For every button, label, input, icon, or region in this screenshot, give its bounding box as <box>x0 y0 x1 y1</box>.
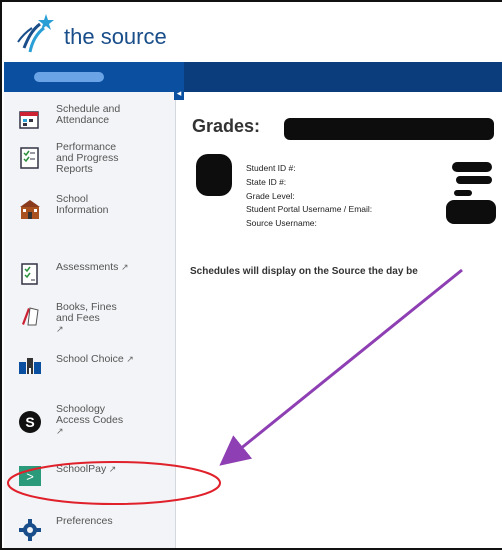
external-link-icon: ↗ <box>123 354 134 364</box>
source-star-logo[interactable] <box>16 12 56 56</box>
redacted-username <box>446 200 496 224</box>
sidebar-item-label: Schoology Access Codes ↗ <box>56 404 123 437</box>
sidebar: Schedule and Attendance Performance and Pro… <box>4 92 176 548</box>
gear-icon <box>18 518 42 542</box>
student-field-label: Source Username: <box>246 218 317 228</box>
sidebar-item-label: Preferences <box>56 516 113 527</box>
sidebar-collapse-toggle[interactable]: ◂ <box>174 86 184 100</box>
sidebar-item-label: Performance and Progress Reports <box>56 142 118 175</box>
sidebar-item-label: School Information <box>56 194 109 216</box>
nav-menu-item[interactable] <box>34 72 104 82</box>
sidebar-item-label: Books, Fines and Fees ↗ <box>56 302 117 335</box>
sidebar-label-line: Reports <box>56 163 93 175</box>
external-link-icon: ↗ <box>56 426 64 436</box>
sidebar-label-line: School Choice ↗ <box>56 353 134 365</box>
sidebar-label-line: and Fees <box>56 312 100 324</box>
sidebar-label-line: SchoolPay ↗ <box>56 463 117 475</box>
sidebar-label-line: Access Codes <box>56 414 124 426</box>
sidebar-item-label: School Choice ↗ <box>56 354 134 365</box>
schedule-message: Schedules will display on the Source the… <box>190 266 418 277</box>
student-field-label: Student ID #: <box>246 163 296 173</box>
top-nav-bar <box>4 62 502 92</box>
calendar-icon <box>18 108 42 132</box>
sidebar-label-line: Information <box>56 204 109 216</box>
redacted-grade-level <box>454 190 472 196</box>
student-field-label: Student Portal Username / Email: <box>246 204 373 214</box>
schoology-icon: S <box>18 410 42 434</box>
school-building-icon <box>18 198 42 222</box>
redacted-state-id <box>456 176 492 184</box>
svg-text:S: S <box>25 414 34 430</box>
external-link-icon: ↗ <box>118 262 129 272</box>
schoolpay-icon: > <box>18 464 42 488</box>
screenshot-frame: the source Schedule and Attendance Perform… <box>0 0 502 550</box>
page-title: Grades: <box>192 116 261 136</box>
avatar <box>196 154 232 196</box>
student-field-label: Grade Level: <box>246 191 295 201</box>
app-logo-text[interactable]: the source <box>64 24 167 50</box>
sidebar-label-line: Preferences <box>56 515 113 527</box>
sidebar-label-line: Assessments ↗ <box>56 261 129 273</box>
redacted-student-name <box>284 118 494 140</box>
school-choice-icon <box>18 354 42 378</box>
checklist-icon <box>18 262 42 286</box>
main-content: Grades: Student ID #: State ID #: Grade Le… <box>184 92 502 548</box>
app-header: the source <box>4 4 502 62</box>
sidebar-item-label: Schedule and Attendance <box>56 104 120 126</box>
external-link-icon: ↗ <box>106 464 117 474</box>
books-icon <box>18 304 42 328</box>
sidebar-item-label: Assessments ↗ <box>56 262 128 273</box>
svg-text:>: > <box>26 469 34 484</box>
redacted-student-id <box>452 162 492 172</box>
student-field-label: State ID #: <box>246 177 287 187</box>
report-icon <box>18 146 42 170</box>
external-link-icon: ↗ <box>56 324 64 334</box>
sidebar-label-line: Attendance <box>56 114 110 126</box>
sidebar-item-label: SchoolPay ↗ <box>56 464 116 475</box>
nav-bar-right <box>184 62 502 92</box>
